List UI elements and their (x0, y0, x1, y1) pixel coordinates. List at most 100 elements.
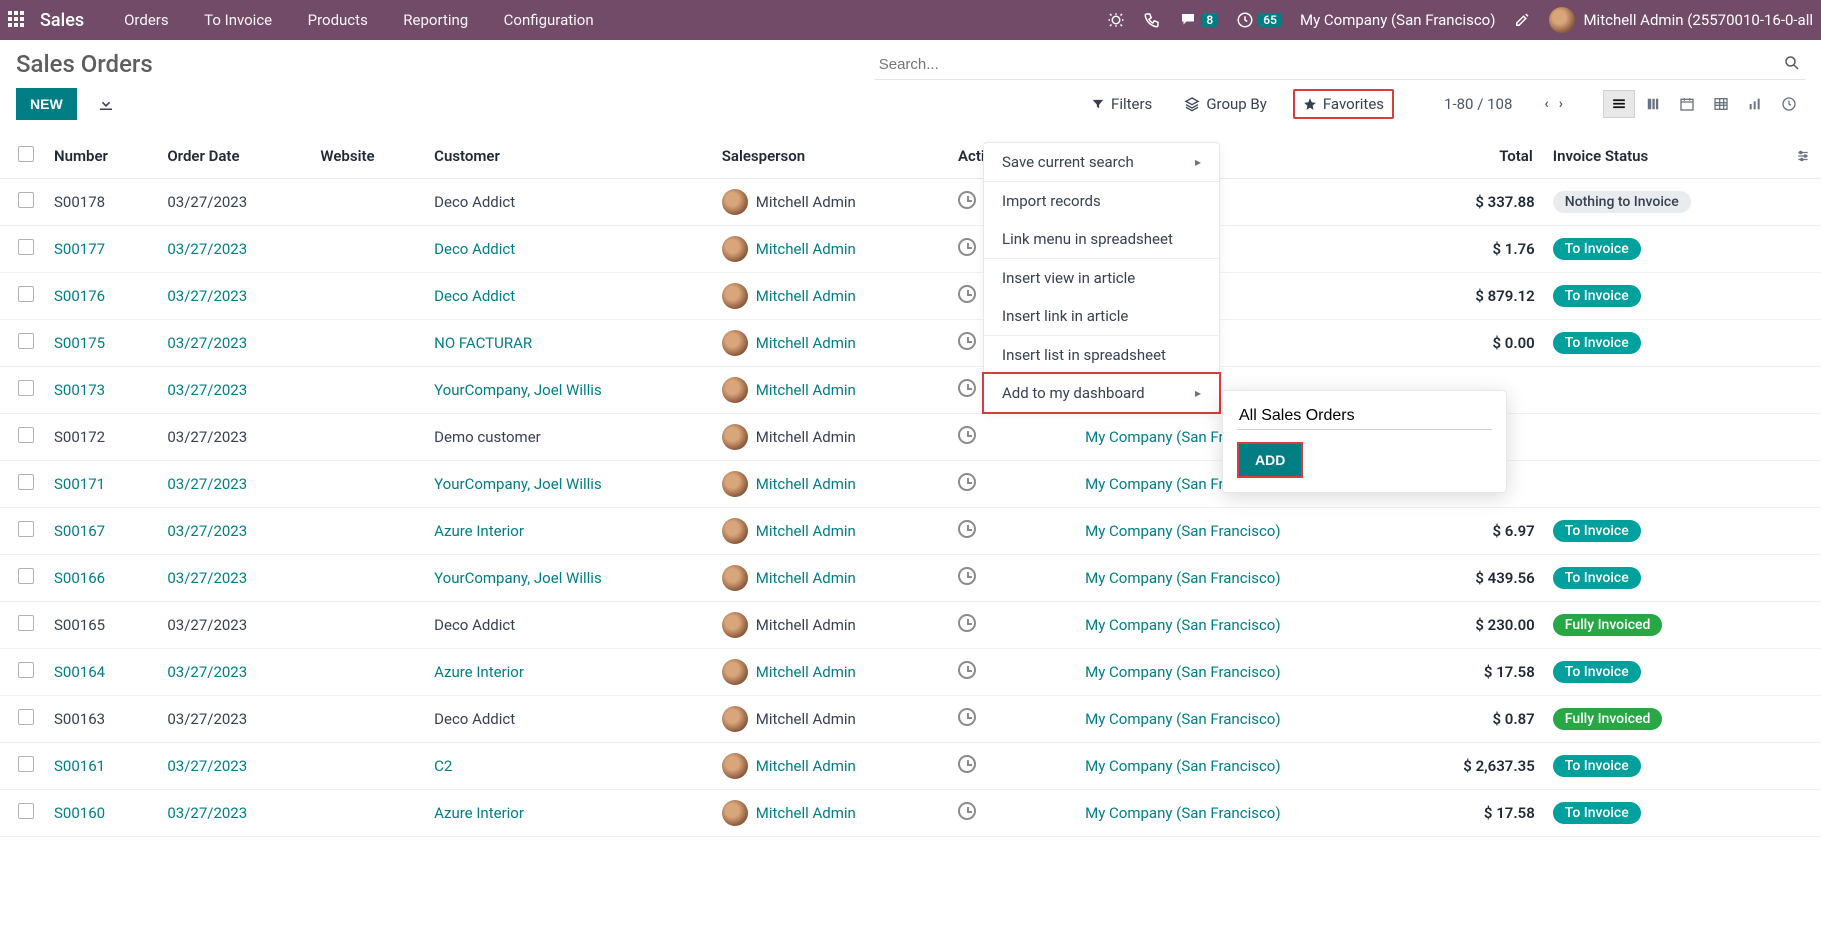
download-icon[interactable] (97, 95, 115, 113)
customer-link[interactable]: Azure Interior (434, 804, 524, 822)
app-brand[interactable]: Sales (40, 10, 84, 31)
company-link[interactable]: My Company (San Francisco) (1085, 663, 1280, 681)
row-checkbox[interactable] (18, 192, 34, 208)
company-link[interactable]: My Company (San Francisco) (1085, 757, 1280, 775)
new-button[interactable]: NEW (16, 88, 77, 120)
dashboard-name-input[interactable] (1237, 403, 1492, 430)
col-customer[interactable]: Customer (424, 134, 712, 179)
order-date[interactable]: 03/27/2023 (167, 334, 247, 352)
table-row[interactable]: S00160 03/27/2023 Azure Interior Mitchel… (0, 790, 1821, 837)
tools-icon[interactable] (1513, 11, 1531, 29)
salesperson-link[interactable]: Mitchell Admin (756, 381, 856, 399)
row-checkbox[interactable] (18, 521, 34, 537)
search-icon[interactable] (1783, 54, 1801, 72)
company-link[interactable]: My Company (San Francisco) (1085, 804, 1280, 822)
salesperson-link[interactable]: Mitchell Admin (756, 663, 856, 681)
table-row[interactable]: S00165 03/27/2023 Deco Addict Mitchell A… (0, 602, 1821, 649)
order-date[interactable]: 03/27/2023 (167, 757, 247, 775)
table-row[interactable]: S00164 03/27/2023 Azure Interior Mitchel… (0, 649, 1821, 696)
salesperson-link[interactable]: Mitchell Admin (756, 475, 856, 493)
order-date[interactable]: 03/27/2023 (167, 240, 247, 258)
customer-link[interactable]: YourCompany, Joel Willis (434, 569, 602, 587)
customer-link[interactable]: YourCompany, Joel Willis (434, 475, 602, 493)
pager-prev[interactable]: ‹ (1544, 96, 1548, 112)
activities-icon[interactable]: 65 (1236, 11, 1282, 29)
col-number[interactable]: Number (44, 134, 157, 179)
view-pivot-icon[interactable] (1705, 90, 1737, 118)
row-checkbox[interactable] (18, 615, 34, 631)
fav-insert-view[interactable]: Insert view in article (984, 259, 1219, 297)
clock-icon[interactable] (958, 379, 976, 397)
col-website[interactable]: Website (310, 134, 424, 179)
order-number[interactable]: S00167 (54, 522, 105, 540)
favorites-button[interactable]: Favorites (1293, 89, 1394, 119)
customer-link[interactable]: Deco Addict (434, 287, 515, 305)
table-row[interactable]: S00161 03/27/2023 C2 Mitchell Admin My C… (0, 743, 1821, 790)
messages-icon[interactable]: 8 (1179, 11, 1218, 29)
menu-to-invoice[interactable]: To Invoice (188, 3, 288, 37)
pager-text[interactable]: 1-80 / 108 (1444, 95, 1512, 113)
order-number[interactable]: S00178 (54, 193, 105, 211)
company-link[interactable]: My Company (San Francisco) (1085, 710, 1280, 728)
apps-icon[interactable] (8, 11, 26, 29)
view-graph-icon[interactable] (1739, 90, 1771, 118)
row-checkbox[interactable] (18, 662, 34, 678)
phone-icon[interactable] (1143, 11, 1161, 29)
search-input[interactable] (875, 50, 1805, 80)
col-invoice-status[interactable]: Invoice Status (1543, 134, 1785, 179)
table-row[interactable]: S00176 03/27/2023 Deco Addict Mitchell A… (0, 273, 1821, 320)
table-row[interactable]: S00173 03/27/2023 YourCompany, Joel Will… (0, 367, 1821, 414)
order-number[interactable]: S00171 (54, 475, 105, 493)
order-number[interactable]: S00172 (54, 428, 105, 446)
table-options-icon[interactable] (1785, 134, 1821, 179)
menu-products[interactable]: Products (292, 3, 384, 37)
view-kanban-icon[interactable] (1637, 90, 1669, 118)
customer-link[interactable]: NO FACTURAR (434, 334, 532, 352)
view-activity-icon[interactable] (1773, 90, 1805, 118)
salesperson-link[interactable]: Mitchell Admin (756, 522, 856, 540)
menu-reporting[interactable]: Reporting (387, 3, 484, 37)
table-row[interactable]: S00175 03/27/2023 NO FACTURAR Mitchell A… (0, 320, 1821, 367)
clock-icon[interactable] (958, 426, 976, 444)
table-row[interactable]: S00172 03/27/2023 Demo customer Mitchell… (0, 414, 1821, 461)
clock-icon[interactable] (958, 661, 976, 679)
row-checkbox[interactable] (18, 756, 34, 772)
table-row[interactable]: S00166 03/27/2023 YourCompany, Joel Will… (0, 555, 1821, 602)
order-date[interactable]: 03/27/2023 (167, 287, 247, 305)
order-number[interactable]: S00175 (54, 334, 105, 352)
company-link[interactable]: My Company (San Francisco) (1085, 569, 1280, 587)
clock-icon[interactable] (958, 332, 976, 350)
row-checkbox[interactable] (18, 474, 34, 490)
clock-icon[interactable] (958, 567, 976, 585)
pager-next[interactable]: › (1559, 96, 1563, 112)
salesperson-link[interactable]: Mitchell Admin (756, 757, 856, 775)
salesperson-link[interactable]: Mitchell Admin (756, 804, 856, 822)
customer-link[interactable]: YourCompany, Joel Willis (434, 381, 602, 399)
fav-insert-list[interactable]: Insert list in spreadsheet (984, 336, 1219, 374)
add-button[interactable]: ADD (1237, 442, 1303, 478)
company-link[interactable]: My Company (San Francisco) (1085, 522, 1280, 540)
order-number[interactable]: S00161 (54, 757, 105, 775)
row-checkbox[interactable] (18, 568, 34, 584)
customer-link[interactable]: Deco Addict (434, 240, 515, 258)
clock-icon[interactable] (958, 755, 976, 773)
company-link[interactable]: My Company (San Francisco) (1085, 616, 1280, 634)
select-all-checkbox[interactable] (18, 146, 34, 162)
salesperson-link[interactable]: Mitchell Admin (756, 240, 856, 258)
order-number[interactable]: S00173 (54, 381, 105, 399)
order-date[interactable]: 03/27/2023 (167, 381, 247, 399)
table-row[interactable]: S00177 03/27/2023 Deco Addict Mitchell A… (0, 226, 1821, 273)
clock-icon[interactable] (958, 238, 976, 256)
order-date[interactable]: 03/27/2023 (167, 475, 247, 493)
fav-insert-link[interactable]: Insert link in article (984, 297, 1219, 335)
view-calendar-icon[interactable] (1671, 90, 1703, 118)
row-checkbox[interactable] (18, 333, 34, 349)
customer-link[interactable]: Azure Interior (434, 522, 524, 540)
row-checkbox[interactable] (18, 239, 34, 255)
clock-icon[interactable] (958, 614, 976, 632)
table-row[interactable]: S00163 03/27/2023 Deco Addict Mitchell A… (0, 696, 1821, 743)
clock-icon[interactable] (958, 520, 976, 538)
table-row[interactable]: S00171 03/27/2023 YourCompany, Joel Will… (0, 461, 1821, 508)
row-checkbox[interactable] (18, 427, 34, 443)
order-date[interactable]: 03/27/2023 (167, 569, 247, 587)
